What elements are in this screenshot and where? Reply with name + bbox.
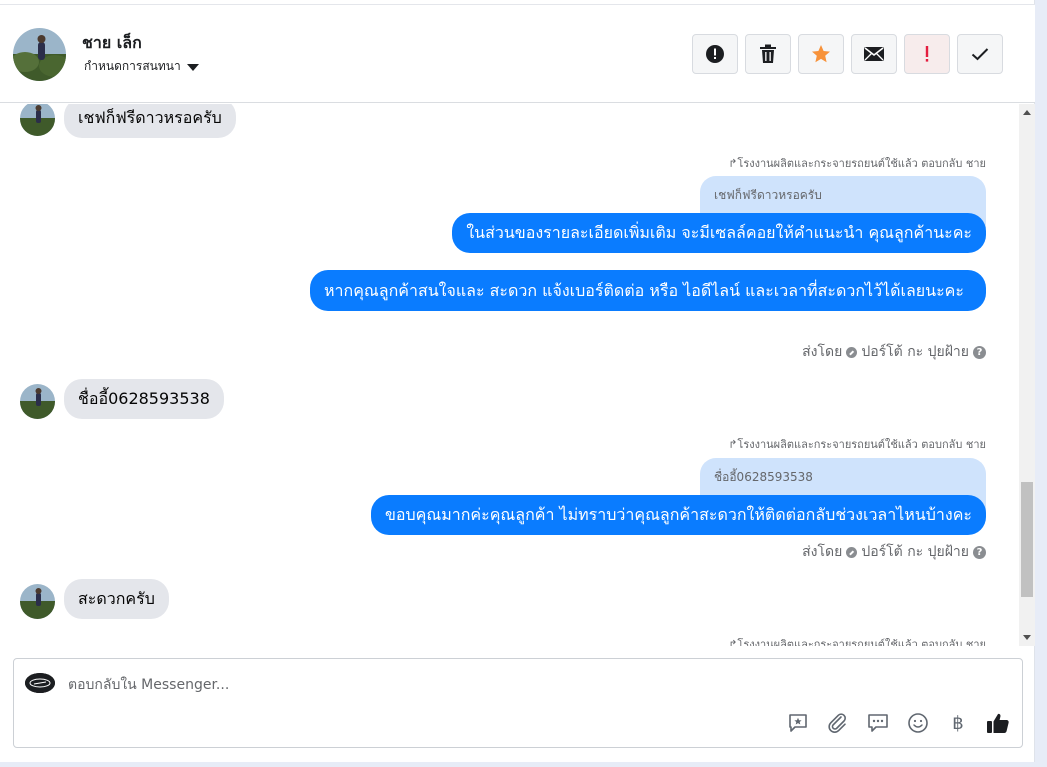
sent-by-label: ส่งโดย bbox=[802, 344, 843, 360]
mark-unread-button[interactable] bbox=[851, 34, 897, 74]
conversation-header: ชาย เล็ก กำหนดการสนทนา bbox=[0, 4, 1035, 103]
window-edge bbox=[1035, 0, 1047, 767]
saved-reply-icon bbox=[789, 714, 807, 732]
emoji-button[interactable] bbox=[906, 711, 930, 735]
baht-icon: ฿ bbox=[952, 712, 964, 734]
sent-by-label: ส่งโดย bbox=[802, 544, 843, 560]
contact-name: ชาย เล็ก bbox=[82, 33, 142, 52]
conversation-status-dropdown[interactable]: กำหนดการสนทนา bbox=[84, 57, 199, 76]
chat-bubble-button[interactable] bbox=[866, 711, 890, 735]
spam-button[interactable] bbox=[904, 34, 950, 74]
reply-input[interactable] bbox=[68, 673, 768, 697]
contact-avatar[interactable] bbox=[13, 28, 66, 81]
reply-meta: ↱โรงงานผลิตและกระจายรถยนต์ใช้แล้ว ตอบกลั… bbox=[728, 438, 986, 451]
star-icon bbox=[812, 45, 830, 63]
verified-icon bbox=[846, 546, 858, 558]
incoming-message: สะดวกครับ bbox=[64, 579, 169, 619]
envelope-icon bbox=[864, 47, 884, 61]
report-button[interactable] bbox=[692, 34, 738, 74]
reply-meta: ↱โรงงานผลิตและกระจายรถยนต์ใช้แล้ว ตอบกลั… bbox=[728, 157, 986, 170]
report-icon bbox=[706, 45, 724, 63]
sender-name: ปอร์โต้ กะ ปุยฝ้าย bbox=[861, 344, 969, 360]
help-icon[interactable]: ? bbox=[973, 545, 986, 559]
scroll-up-arrow-icon[interactable] bbox=[1023, 110, 1031, 115]
contact-avatar-small bbox=[20, 104, 55, 136]
check-icon bbox=[971, 48, 989, 61]
conversation-toolbar bbox=[692, 34, 1003, 74]
scroll-down-arrow-icon[interactable] bbox=[1023, 635, 1031, 640]
reply-meta: ↱โรงงานผลิตและกระจายรถยนต์ใช้แล้ว ตอบกลั… bbox=[728, 638, 986, 646]
attachment-icon bbox=[828, 713, 846, 733]
mark-done-button[interactable] bbox=[957, 34, 1003, 74]
outgoing-message: ในส่วนของรายละเอียดเพิ่มเติม จะมีเซลล์คอ… bbox=[452, 213, 986, 253]
contact-avatar-small bbox=[20, 584, 55, 619]
sent-by-info: ส่งโดย ปอร์โต้ กะ ปุยฝ้าย ? bbox=[802, 541, 986, 563]
page-avatar bbox=[25, 673, 55, 693]
window-edge-bottom bbox=[0, 762, 1047, 767]
caret-down-icon bbox=[186, 64, 199, 71]
thumbs-up-icon bbox=[987, 713, 1009, 733]
saved-reply-button[interactable] bbox=[786, 711, 810, 735]
help-icon[interactable]: ? bbox=[973, 345, 986, 359]
incoming-message: ชื่ออี้0628593538 bbox=[64, 379, 224, 419]
reply-composer: ฿ bbox=[13, 658, 1023, 748]
star-button[interactable] bbox=[798, 34, 844, 74]
emoji-icon bbox=[908, 713, 928, 733]
message-thread: เชฟก็ฟรีดาวหรอครับ ↱โรงงานผลิตและกระจายร… bbox=[0, 104, 1019, 646]
scrollbar-thumb[interactable] bbox=[1021, 482, 1033, 597]
verified-icon bbox=[846, 346, 858, 358]
exclamation-icon bbox=[925, 46, 929, 62]
delete-button[interactable] bbox=[745, 34, 791, 74]
chat-bubble-icon bbox=[868, 714, 888, 732]
composer-tools: ฿ bbox=[786, 711, 1010, 735]
outgoing-message: หากคุณลูกค้าสนใจและ สะดวก แจ้งเบอร์ติดต่… bbox=[310, 270, 986, 311]
incoming-message: เชฟก็ฟรีดาวหรอครับ bbox=[64, 104, 236, 138]
trash-icon bbox=[760, 44, 776, 63]
thread-scrollbar[interactable] bbox=[1019, 104, 1035, 646]
contact-avatar-small bbox=[20, 384, 55, 419]
like-button[interactable] bbox=[986, 711, 1010, 735]
sent-by-info: ส่งโดย ปอร์โต้ กะ ปุยฝ้าย ? bbox=[802, 341, 986, 363]
outgoing-message: ขอบคุณมากค่ะคุณลูกค้า ไม่ทราบว่าคุณลูกค้… bbox=[370, 495, 986, 535]
conversation-status-label: กำหนดการสนทนา bbox=[84, 59, 181, 73]
conversation-panel: ชาย เล็ก กำหนดการสนทนา เชฟก็ฟรีดาวหรอครั… bbox=[0, 0, 1035, 762]
payment-button[interactable]: ฿ bbox=[946, 711, 970, 735]
sender-name: ปอร์โต้ กะ ปุยฝ้าย bbox=[861, 544, 969, 560]
attach-button[interactable] bbox=[826, 711, 850, 735]
